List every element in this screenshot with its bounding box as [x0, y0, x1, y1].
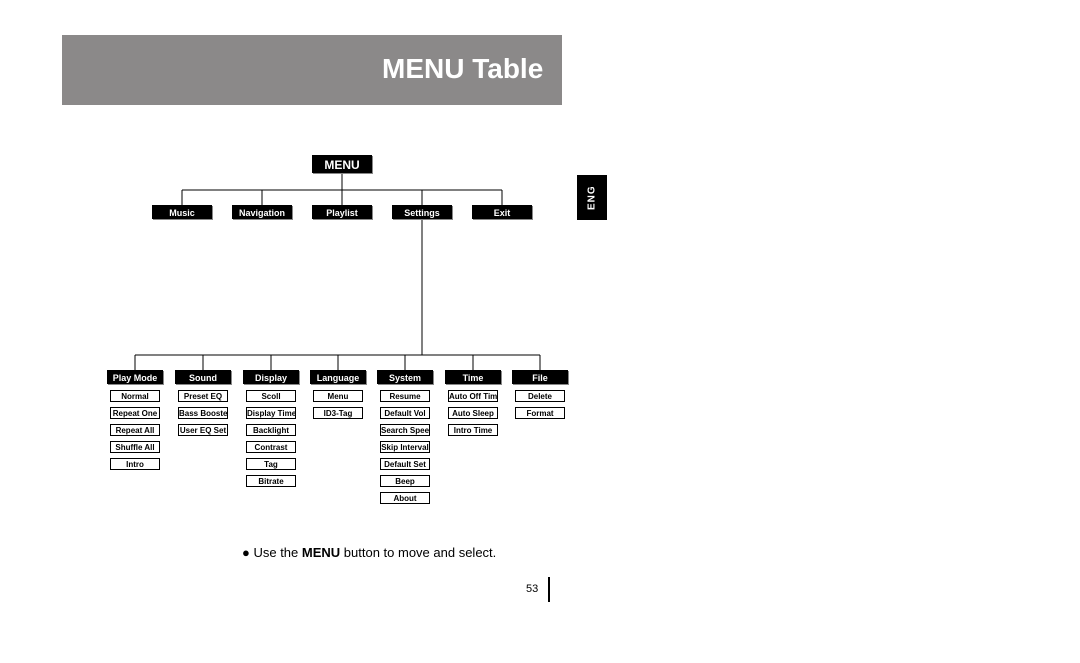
page-title: MENU Table — [382, 53, 543, 85]
level1-node: Playlist — [312, 205, 372, 219]
group-header: Time — [445, 370, 501, 384]
menu-leaf: Repeat All — [110, 424, 160, 436]
menu-leaf: Default Vol — [380, 407, 430, 419]
menu-leaf: Delete — [515, 390, 565, 402]
menu-leaf: ID3-Tag — [313, 407, 363, 419]
header-divider — [558, 58, 562, 103]
level1-node: Music — [152, 205, 212, 219]
menu-leaf: Menu — [313, 390, 363, 402]
menu-leaf: User EQ Set — [178, 424, 228, 436]
menu-tree-diagram: MENU Music Navigation Playlist Settings … — [102, 155, 582, 555]
menu-leaf: Auto Off Time — [448, 390, 498, 402]
group-header: File — [512, 370, 568, 384]
footnote-prefix: ● Use the — [242, 545, 302, 560]
menu-leaf: Default Set — [380, 458, 430, 470]
menu-leaf: Tag — [246, 458, 296, 470]
menu-leaf: Format — [515, 407, 565, 419]
footnote: ● Use the MENU button to move and select… — [242, 545, 496, 560]
menu-leaf: About — [380, 492, 430, 504]
menu-leaf: Intro — [110, 458, 160, 470]
menu-leaf: Shuffle All — [110, 441, 160, 453]
menu-leaf: Search Speed — [380, 424, 430, 436]
group-header: Play Mode — [107, 370, 163, 384]
group-header: Language — [310, 370, 366, 384]
menu-leaf: Display Time — [246, 407, 296, 419]
menu-leaf: Bass Booster — [178, 407, 228, 419]
menu-leaf: Contrast — [246, 441, 296, 453]
footnote-bold: MENU — [302, 545, 340, 560]
menu-leaf: Repeat One — [110, 407, 160, 419]
level1-node: Exit — [472, 205, 532, 219]
group-header: Display — [243, 370, 299, 384]
menu-leaf: Skip Interval — [380, 441, 430, 453]
menu-leaf: Backlight — [246, 424, 296, 436]
menu-leaf: Beep — [380, 475, 430, 487]
menu-leaf: Auto Sleep — [448, 407, 498, 419]
menu-leaf: Preset EQ — [178, 390, 228, 402]
menu-leaf: Intro Time — [448, 424, 498, 436]
page-number: 53 — [526, 583, 538, 595]
menu-leaf: Scoll — [246, 390, 296, 402]
level1-node: Navigation — [232, 205, 292, 219]
group-header: System — [377, 370, 433, 384]
menu-leaf: Bitrate — [246, 475, 296, 487]
group-header: Sound Effect — [175, 370, 231, 384]
menu-root-node: MENU — [312, 155, 372, 173]
footnote-suffix: button to move and select. — [340, 545, 496, 560]
menu-leaf: Resume — [380, 390, 430, 402]
level1-node: Settings — [392, 205, 452, 219]
page-number-divider — [548, 577, 550, 602]
menu-leaf: Normal — [110, 390, 160, 402]
